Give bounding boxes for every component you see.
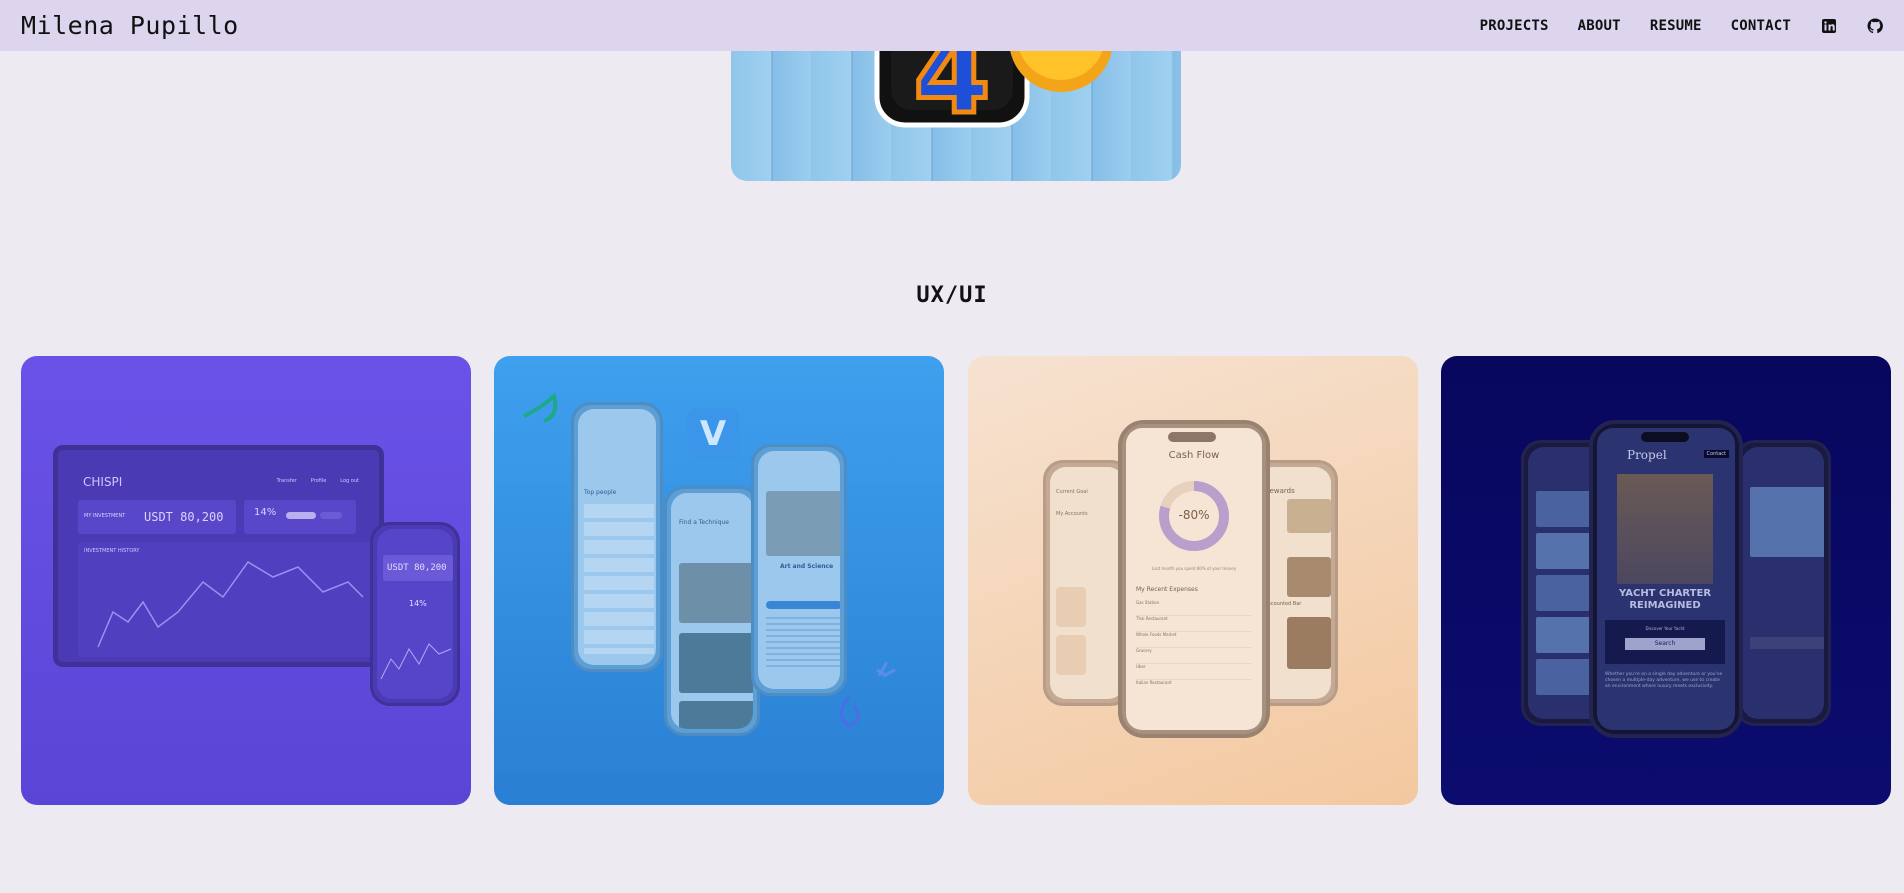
investment-value: USDT 80,200 [144,510,224,524]
chispi-menu: Transfer Profile Log out [277,478,359,484]
menu-logout: Log out [340,478,359,484]
phone-notch [1641,432,1689,442]
expense-item: Thai Restaurant [1136,616,1252,632]
reward-image [1287,557,1331,597]
project-card-chispi[interactable]: CHISPI Transfer Profile Log out MY INVES… [21,356,471,805]
site-brand[interactable]: Milena Pupillo [21,11,239,40]
phone-mockup: USDT 80,200 14% [370,522,460,706]
expense-item: Italian Restaurant [1136,680,1172,685]
article-text [766,617,840,667]
propel-brand: Propel [1627,448,1667,462]
venmo-logo: V [687,408,739,460]
percent-box: 14% [244,500,356,534]
nav-resume[interactable]: RESUME [1650,18,1702,34]
propel-body-text: Whether you're on a single day adventure… [1605,672,1723,689]
history-panel: INVESTMENT HISTORY [78,542,376,657]
chispi-logo: CHISPI [83,475,123,489]
nav-contact[interactable]: CONTACT [1731,18,1791,34]
people-list [584,504,654,654]
expense-list: Gas Station Thai Restaurant Whole Foods … [1136,600,1252,696]
expense-item: Uber [1136,664,1252,680]
article-title: Art and Science [780,563,834,570]
propel-cta-label: Discover Your Yacht [1645,626,1685,631]
toggle-pill [320,512,342,519]
expense-item: Gas Station [1136,600,1252,616]
toggle-pill [286,512,316,519]
section-title: UX/UI [916,283,988,308]
propel-contact-button: Contact [1703,450,1729,458]
expense-item: Whole Foods Market [1136,632,1252,648]
phone-mockup-left: Top people [571,402,663,672]
technique-image [679,633,753,693]
top-people-label: Top people [584,489,617,496]
cashflow-subtitle: Last month you spent 80% of your money [1151,566,1237,571]
search-strip [1750,637,1824,649]
find-technique-title: Find a Technique [679,519,729,526]
github-icon[interactable] [1867,17,1883,34]
nav-projects[interactable]: PROJECTS [1480,18,1549,34]
cashflow-title: Cash Flow [1168,450,1220,461]
project-card-cashflow[interactable]: Current Goal My Accounts Rewards Discoun… [968,356,1418,805]
cashflow-percent: -80% [1178,508,1210,522]
nav-about[interactable]: ABOUT [1578,18,1621,34]
phone-mockup-right [1735,440,1831,726]
account-tile [1056,635,1086,675]
current-goal-label: Current Goal [1056,489,1088,495]
reward-image [1287,499,1331,533]
article-button [766,601,840,609]
phone-mockup-right: Art and Science [751,444,847,696]
linkedin-icon[interactable] [1821,18,1837,34]
investment-box: MY INVESTMENT USDT 80,200 [78,500,236,534]
propel-hero: YACHT CHARTER REIMAGINED [1618,588,1712,611]
phone-mockup-center: Find a Technique [664,486,760,736]
phone-investment-value: USDT 80,200 [383,555,453,581]
reward-image [1287,617,1331,669]
expenses-title: My Recent Expenses [1136,586,1198,593]
menu-profile: Profile [310,478,327,484]
phone-mockup-center: Cash Flow -80% Last month you spent 80% … [1118,420,1270,738]
technique-image [679,701,753,729]
percent-value: 14% [254,507,277,518]
history-line-chart [97,561,364,648]
expense-item: Grocery [1136,648,1252,664]
phone-percent: 14% [409,599,427,608]
yacht-deck-image [1617,474,1713,584]
propel-search-panel: Discover Your Yacht Search [1605,620,1725,664]
investment-label: MY INVESTMENT [84,513,126,519]
yacht-image [1750,487,1824,557]
phone-mockup-center: Propel Contact YACHT CHARTER REIMAGINED … [1589,420,1743,738]
menu-transfer: Transfer [276,478,297,484]
project-card-propel[interactable]: Propel Contact YACHT CHARTER REIMAGINED … [1441,356,1891,805]
account-tile [1056,587,1086,627]
my-accounts-label: My Accounts [1056,511,1088,517]
article-image [766,491,840,556]
main-nav: PROJECTS ABOUT RESUME CONTACT [1451,18,1883,34]
phone-line-chart [380,643,452,680]
propel-search-button: Search [1625,638,1705,650]
site-header: Milena Pupillo PROJECTS ABOUT RESUME CON… [0,0,1904,51]
laptop-mockup: CHISPI Transfer Profile Log out MY INVES… [53,445,384,667]
phone-notch [1168,432,1216,442]
project-card-venmo[interactable]: V Top people Find a Technique Art and Sc… [494,356,944,805]
technique-image [679,563,753,623]
